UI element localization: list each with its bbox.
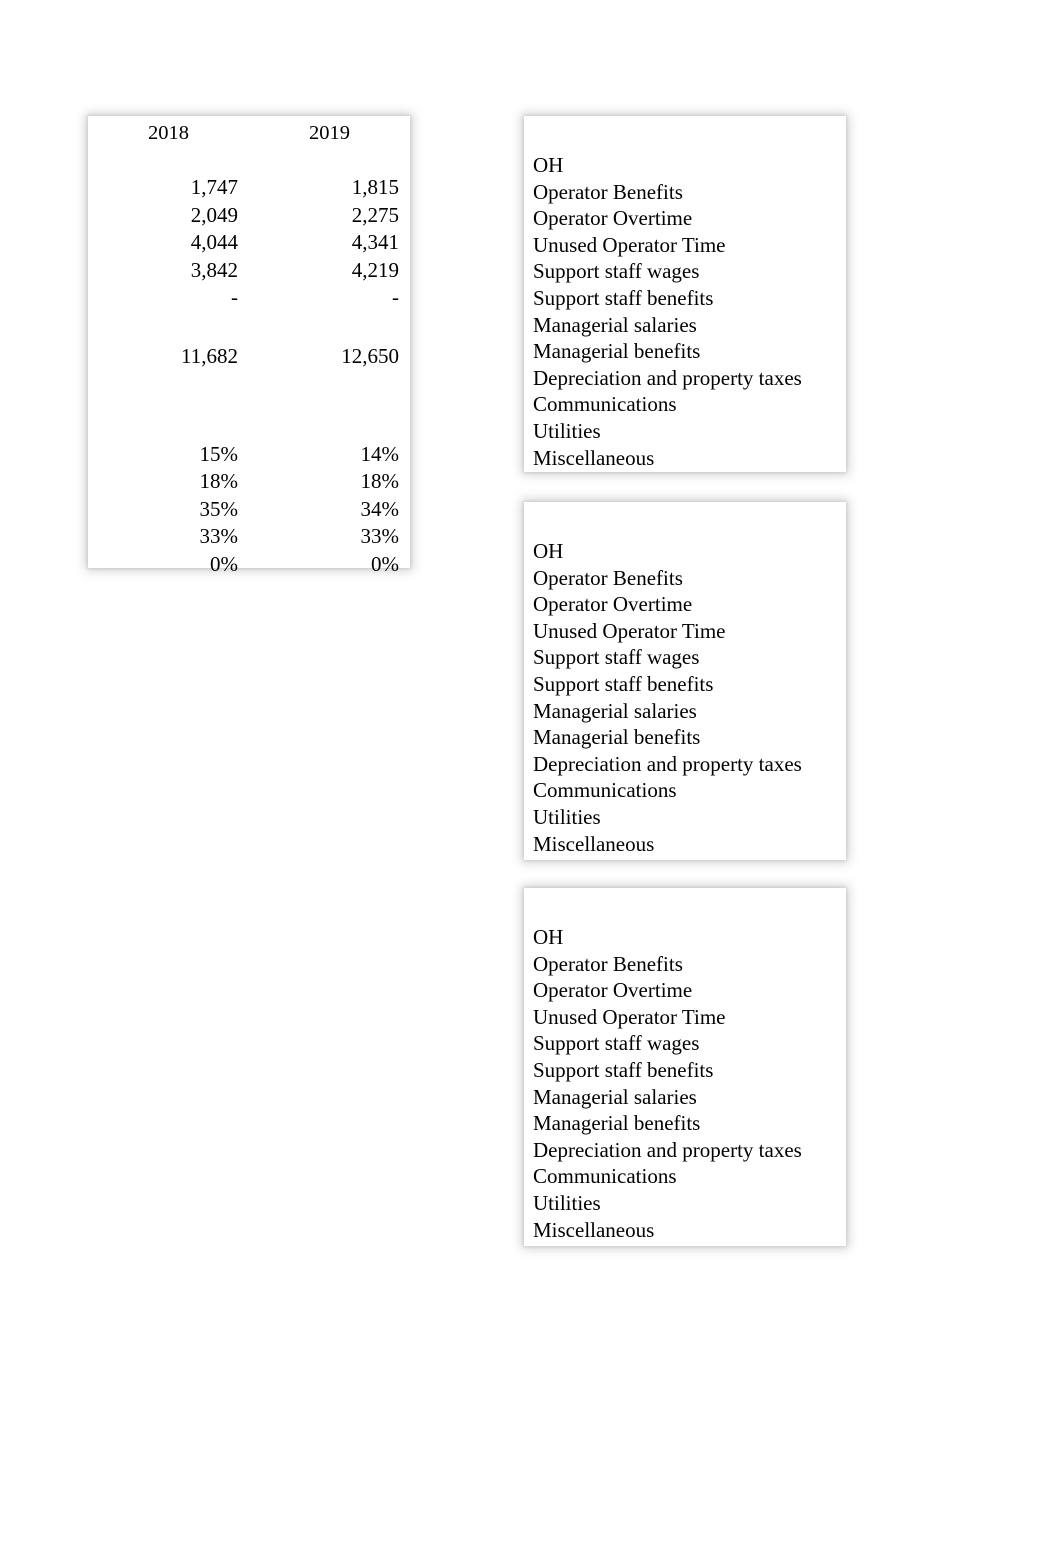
- table-row[interactable]: 35% 34%: [88, 496, 410, 524]
- list-item[interactable]: Operator Benefits: [524, 179, 846, 206]
- overhead-line-items-list-1: OH Operator Benefits Operator Overtime U…: [524, 116, 846, 471]
- overhead-amounts-panel: 2018 2019 1,747 1,815 2,049 2,275 4,044 …: [88, 116, 410, 574]
- spacer-row: [88, 312, 410, 342]
- list-item[interactable]: OH: [524, 538, 846, 565]
- spacer-row: [88, 150, 410, 174]
- list-item[interactable]: Managerial benefits: [524, 1110, 846, 1137]
- list-item[interactable]: Miscellaneous: [524, 831, 846, 858]
- percent-cell-2018[interactable]: 35%: [88, 496, 249, 524]
- list-item[interactable]: Managerial benefits: [524, 338, 846, 365]
- list-item[interactable]: Utilities: [524, 804, 846, 831]
- total-cell-2019[interactable]: 12,650: [249, 342, 410, 371]
- list-header-gap: [524, 502, 846, 538]
- percent-cell-2018[interactable]: 33%: [88, 523, 249, 551]
- total-row[interactable]: 11,682 12,650: [88, 342, 410, 371]
- amount-cell-2018[interactable]: 2,049: [88, 202, 249, 230]
- list-item[interactable]: Operator Overtime: [524, 977, 846, 1004]
- list-item[interactable]: Communications: [524, 777, 846, 804]
- column-header-2018[interactable]: 2018: [88, 116, 249, 150]
- list-item[interactable]: Managerial salaries: [524, 698, 846, 725]
- spacer-row: [88, 371, 410, 417]
- table-row[interactable]: - -: [88, 284, 410, 312]
- overhead-line-items-list-2: OH Operator Benefits Operator Overtime U…: [524, 502, 846, 857]
- list-item[interactable]: Managerial salaries: [524, 312, 846, 339]
- list-item[interactable]: Unused Operator Time: [524, 1004, 846, 1031]
- amount-cell-2019[interactable]: -: [249, 284, 410, 312]
- list-item[interactable]: Managerial benefits: [524, 724, 846, 751]
- table-row[interactable]: 18% 18%: [88, 468, 410, 496]
- list-item[interactable]: Support staff wages: [524, 644, 846, 671]
- percent-cell-2019[interactable]: 34%: [249, 496, 410, 524]
- percent-cell-2019[interactable]: 0%: [249, 551, 410, 579]
- list-item[interactable]: Utilities: [524, 1190, 846, 1217]
- total-cell-2018[interactable]: 11,682: [88, 342, 249, 371]
- list-item[interactable]: Unused Operator Time: [524, 232, 846, 259]
- table-row[interactable]: 33% 33%: [88, 523, 410, 551]
- percent-cell-2018[interactable]: 15%: [88, 441, 249, 469]
- overhead-line-items-list-3: OH Operator Benefits Operator Overtime U…: [524, 888, 846, 1243]
- list-item[interactable]: Depreciation and property taxes: [524, 751, 846, 778]
- list-item[interactable]: Operator Benefits: [524, 565, 846, 592]
- list-item[interactable]: Depreciation and property taxes: [524, 365, 846, 392]
- amount-cell-2018[interactable]: 1,747: [88, 174, 249, 202]
- list-item[interactable]: Support staff wages: [524, 258, 846, 285]
- amount-cell-2018[interactable]: -: [88, 284, 249, 312]
- table-row[interactable]: 15% 14%: [88, 441, 410, 469]
- amount-cell-2018[interactable]: 3,842: [88, 257, 249, 285]
- list-item[interactable]: Utilities: [524, 418, 846, 445]
- list-item[interactable]: Communications: [524, 1163, 846, 1190]
- list-item[interactable]: Operator Overtime: [524, 205, 846, 232]
- list-item[interactable]: Support staff wages: [524, 1030, 846, 1057]
- list-item[interactable]: Managerial salaries: [524, 1084, 846, 1111]
- percent-cell-2019[interactable]: 14%: [249, 441, 410, 469]
- amount-cell-2019[interactable]: 4,341: [249, 229, 410, 257]
- list-item[interactable]: OH: [524, 152, 846, 179]
- table-header-row: 2018 2019: [88, 116, 410, 150]
- table-row[interactable]: 0% 0%: [88, 551, 410, 579]
- list-item[interactable]: Operator Overtime: [524, 591, 846, 618]
- amount-cell-2019[interactable]: 2,275: [249, 202, 410, 230]
- list-item[interactable]: Operator Benefits: [524, 951, 846, 978]
- list-item[interactable]: Unused Operator Time: [524, 618, 846, 645]
- overhead-line-items-panel-2: OH Operator Benefits Operator Overtime U…: [524, 502, 846, 860]
- list-item[interactable]: Miscellaneous: [524, 445, 846, 472]
- percent-cell-2018[interactable]: 18%: [88, 468, 249, 496]
- amount-cell-2018[interactable]: 4,044: [88, 229, 249, 257]
- list-item[interactable]: Depreciation and property taxes: [524, 1137, 846, 1164]
- list-header-gap: [524, 888, 846, 924]
- percent-cell-2019[interactable]: 18%: [249, 468, 410, 496]
- table-row[interactable]: 2,049 2,275: [88, 202, 410, 230]
- list-item[interactable]: Communications: [524, 391, 846, 418]
- percent-cell-2018[interactable]: 0%: [88, 551, 249, 579]
- amount-cell-2019[interactable]: 1,815: [249, 174, 410, 202]
- percent-cell-2019[interactable]: 33%: [249, 523, 410, 551]
- column-header-2019[interactable]: 2019: [249, 116, 410, 150]
- amount-cell-2019[interactable]: 4,219: [249, 257, 410, 285]
- list-item[interactable]: Support staff benefits: [524, 1057, 846, 1084]
- list-item[interactable]: Miscellaneous: [524, 1217, 846, 1244]
- overhead-line-items-panel-3: OH Operator Benefits Operator Overtime U…: [524, 888, 846, 1246]
- list-item[interactable]: Support staff benefits: [524, 671, 846, 698]
- table-row[interactable]: 3,842 4,219: [88, 257, 410, 285]
- overhead-amounts-table: 2018 2019 1,747 1,815 2,049 2,275 4,044 …: [88, 116, 410, 578]
- list-header-gap: [524, 116, 846, 152]
- table-row[interactable]: 1,747 1,815: [88, 174, 410, 202]
- list-item[interactable]: OH: [524, 924, 846, 951]
- overhead-line-items-panel-1: OH Operator Benefits Operator Overtime U…: [524, 116, 846, 472]
- spacer-row: [88, 417, 410, 441]
- table-row[interactable]: 4,044 4,341: [88, 229, 410, 257]
- list-item[interactable]: Support staff benefits: [524, 285, 846, 312]
